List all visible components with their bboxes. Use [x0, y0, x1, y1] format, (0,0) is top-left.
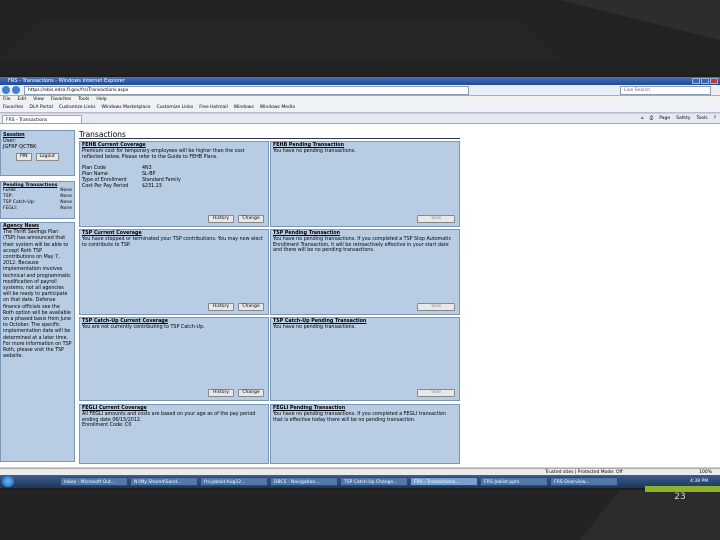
window-titlebar: FRS - Transactions - Windows Internet Ex… [0, 77, 720, 85]
pending-row: FEGLI: None [3, 206, 72, 212]
panel-text: All FEGLI amounts and costs are based on… [82, 411, 256, 423]
taskbar-item[interactable]: FRS-Overview... [550, 477, 618, 486]
search-input[interactable]: Live Search [620, 86, 711, 95]
history-button[interactable]: History [208, 389, 234, 397]
favorite-link[interactable]: Windows Marketplace [101, 103, 150, 112]
tsp-catchup-pending-transaction-panel: TSP Catch-Up Pending Transaction You hav… [270, 317, 460, 401]
menu-tools[interactable]: Tools [78, 96, 89, 103]
left-sidebar: Session User: JGFRF QCTBK PIN Logout Pen… [0, 130, 75, 462]
pin-button[interactable]: PIN [16, 153, 32, 161]
panel-text: You are not currently contributing to TS… [82, 324, 205, 330]
change-button[interactable]: Change [238, 389, 264, 397]
logout-button[interactable]: Logout [35, 153, 59, 161]
back-arrow-icon[interactable] [2, 86, 10, 94]
tab-frs-transactions[interactable]: FRS - Transactions [2, 115, 82, 123]
slide-corner-shape [580, 490, 720, 540]
history-button[interactable]: History [208, 215, 234, 223]
plan-value: $231.23 [142, 183, 162, 189]
void-button[interactable]: Void [417, 303, 455, 311]
panel-text: You have no pending transactions. If you… [273, 411, 446, 423]
favorite-link[interactable]: Customize Links [59, 103, 96, 112]
agency-news-box: Agency News The Thrift Savings Plan (TSP… [0, 222, 75, 462]
panel-text: You have no pending transactions. If you… [273, 236, 452, 254]
home-icon[interactable]: ⌂ [641, 114, 644, 123]
maximize-button[interactable] [701, 78, 709, 84]
menu-favorites[interactable]: Favorites [51, 96, 71, 103]
favorite-link[interactable]: Windows [234, 103, 254, 112]
taskbar: Inbox - Microsoft Out... N:\My Shared\Sa… [0, 475, 720, 488]
plan-label: Cost Per Pay Period [82, 183, 129, 189]
menu-edit[interactable]: Edit [18, 96, 27, 103]
pending-value: None [60, 206, 72, 211]
void-button[interactable]: Void [417, 389, 455, 397]
print-icon[interactable]: ⎙ [650, 114, 654, 123]
title-divider [79, 138, 460, 139]
taskbar-item[interactable]: TSP Catch-Up Change... [340, 477, 408, 486]
panel-actions: History Change [208, 303, 264, 311]
menu-help[interactable]: Help [96, 96, 106, 103]
favorite-link[interactable]: Free Hotmail [199, 103, 228, 112]
pending-label: FEGLI: [3, 206, 18, 211]
window-title: FRS - Transactions - Windows Internet Ex… [8, 78, 125, 84]
plan-details: Plan Code 4N3 Plan Name SL-BP Type of Enro… [82, 166, 266, 189]
taskbar-item-active[interactable]: FRS - Transactions... [410, 477, 478, 486]
favorite-link[interactable]: DLA Portal [29, 103, 53, 112]
taskbar-item[interactable]: DBCS - Navigation... [270, 477, 338, 486]
slide-top-band [0, 0, 720, 75]
start-button[interactable] [2, 476, 14, 487]
pending-transactions-box: Pending Transactions FEHB: None TSP: None … [0, 181, 75, 219]
slide-decor-shape [0, 0, 720, 75]
menu-bar: File Edit View Favorites Tools Help [0, 96, 720, 103]
favorite-link[interactable]: Windows Media [260, 103, 295, 112]
tools-menu[interactable]: Tools [697, 114, 708, 123]
browser-window: FRS - Transactions - Windows Internet Ex… [0, 77, 720, 488]
menu-file[interactable]: File [3, 96, 11, 103]
taskbar-item[interactable]: frs-jobaid-Aug12... [200, 477, 268, 486]
favorites-star-button[interactable]: Favorites [3, 103, 23, 112]
agency-news-body: The Thrift Savings Plan (TSP) has announ… [3, 230, 72, 360]
session-box: Session User: JGFRF QCTBK PIN Logout [0, 130, 75, 176]
panel-text: You have no pending transactions. [273, 148, 356, 154]
fegli-pending-transaction-panel: FEGLI Pending Transaction You have no pe… [270, 404, 460, 464]
fehb-current-coverage-panel: FEHB Current Coverage Premium cost for t… [79, 141, 269, 227]
taskbar-item[interactable]: N:\My Shared\Sand... [130, 477, 198, 486]
panel-actions: History Change [208, 215, 264, 223]
slide-bottom-band [0, 490, 720, 540]
url-input[interactable]: https://ebis.edsa.fl.gov/frs/Transaction… [24, 86, 469, 95]
taskbar-item[interactable]: Inbox - Microsoft Out... [60, 477, 128, 486]
favorite-link[interactable]: Customize Links [157, 103, 194, 112]
change-button[interactable]: Change [238, 215, 264, 223]
forward-arrow-icon[interactable] [12, 86, 20, 94]
panel-text: Premium cost for temporary employees wil… [82, 148, 245, 160]
fehb-pending-transaction-panel: FEHB Pending Transaction You have no pen… [270, 141, 460, 227]
page-content: Session User: JGFRF QCTBK PIN Logout Pen… [0, 124, 720, 467]
safety-menu[interactable]: Safety [676, 114, 690, 123]
panel-text: You have stopped or terminated your TSP … [82, 236, 263, 248]
change-button[interactable]: Change [238, 303, 264, 311]
page-menu[interactable]: Page [659, 114, 670, 123]
window-controls [692, 78, 718, 84]
void-button[interactable]: Void [417, 215, 455, 223]
panel-text: You have no pending transactions. [273, 324, 356, 330]
slide-page-number: 23 [674, 492, 686, 502]
tsp-current-coverage-panel: TSP Current Coverage You have stopped or… [79, 229, 269, 315]
favorites-bar: Favorites DLA Portal Customize Links Win… [0, 103, 720, 113]
close-button[interactable] [710, 78, 718, 84]
menu-view[interactable]: View [33, 96, 44, 103]
fegli-current-coverage-panel: FEGLI Current Coverage All FEGLI amounts… [79, 404, 269, 464]
command-bar: ⌂ ⎙ Page Safety Tools ? [641, 114, 716, 123]
user-value: JGFRF QCTBK [3, 144, 37, 150]
help-icon[interactable]: ? [714, 114, 716, 123]
taskbar-item[interactable]: FRS-Joblist.pptx [480, 477, 548, 486]
address-bar: https://ebis.edsa.fl.gov/frs/Transaction… [0, 85, 720, 96]
minimize-button[interactable] [692, 78, 700, 84]
tab-bar: FRS - Transactions ⌂ ⎙ Page Safety Tools… [0, 114, 720, 124]
clock: 4:38 PM [690, 479, 709, 484]
tsp-catchup-current-coverage-panel: TSP Catch-Up Current Coverage You are no… [79, 317, 269, 401]
tsp-pending-transaction-panel: TSP Pending Transaction You have no pend… [270, 229, 460, 315]
panel-actions: History Change [208, 389, 264, 397]
enrollment-code: Enrollment Code: C0 [82, 423, 132, 429]
history-button[interactable]: History [208, 303, 234, 311]
